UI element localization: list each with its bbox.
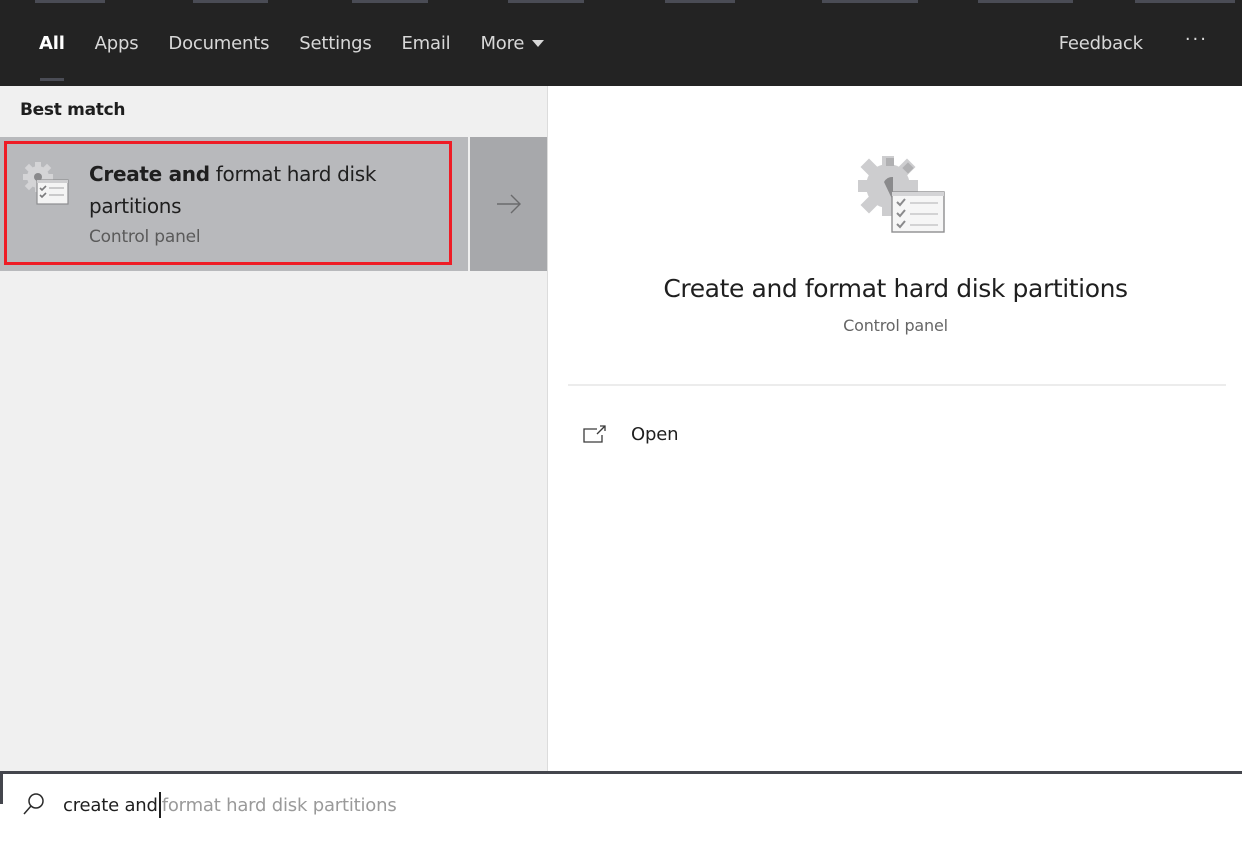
- tab-settings[interactable]: Settings: [284, 0, 386, 86]
- open-external-icon: [583, 425, 606, 443]
- tab-label: Apps: [94, 32, 139, 54]
- filter-tabs: All Apps Documents Settings Email More: [24, 0, 559, 86]
- result-title-match: Create and: [89, 162, 210, 186]
- tab-label: More: [480, 32, 525, 54]
- search-icon: [23, 793, 44, 815]
- results-pane: Best match Create and format hard disk p…: [0, 86, 548, 771]
- best-match-heading: Best match: [20, 100, 126, 120]
- result-title: Create and format hard disk partitions: [89, 158, 429, 222]
- show-details-button[interactable]: [470, 137, 547, 271]
- tab-apps[interactable]: Apps: [80, 0, 154, 86]
- control-panel-gear-checklist-icon: [23, 162, 69, 205]
- search-header: All Apps Documents Settings Email More F…: [0, 0, 1242, 86]
- tab-email[interactable]: Email: [387, 0, 466, 86]
- tab-more-dropdown[interactable]: More: [465, 0, 559, 86]
- detail-subtitle: Control panel: [843, 316, 948, 335]
- text-caret: [158, 792, 161, 818]
- best-match-result[interactable]: Create and format hard disk partitions C…: [0, 137, 468, 271]
- search-typed-text: create and: [63, 794, 158, 816]
- tab-label: All: [39, 32, 65, 54]
- divider: [568, 384, 1226, 386]
- arrow-right-icon: [496, 194, 521, 214]
- open-action[interactable]: Open: [583, 420, 678, 448]
- header-actions: Feedback ···: [1039, 0, 1242, 86]
- feedback-button[interactable]: Feedback: [1039, 33, 1163, 54]
- search-input[interactable]: create and format hard disk partitions: [63, 792, 397, 818]
- detail-pane: Create and format hard disk partitions C…: [549, 86, 1242, 771]
- tab-label: Email: [401, 32, 451, 54]
- open-action-label: Open: [631, 423, 679, 445]
- control-panel-gear-checklist-icon: [858, 156, 945, 233]
- search-bar: create and format hard disk partitions: [0, 771, 1242, 848]
- tab-label: Documents: [168, 32, 270, 54]
- more-options-button[interactable]: ···: [1163, 29, 1242, 50]
- result-subtitle: Control panel: [89, 227, 201, 247]
- tab-label: Settings: [299, 32, 372, 54]
- tab-all[interactable]: All: [24, 0, 80, 86]
- search-bar-border: [0, 774, 3, 804]
- tab-documents[interactable]: Documents: [153, 0, 284, 86]
- detail-title: Create and format hard disk partitions: [663, 274, 1128, 303]
- search-autocomplete-suggestion: format hard disk partitions: [161, 794, 397, 816]
- caret-down-icon: [532, 39, 545, 47]
